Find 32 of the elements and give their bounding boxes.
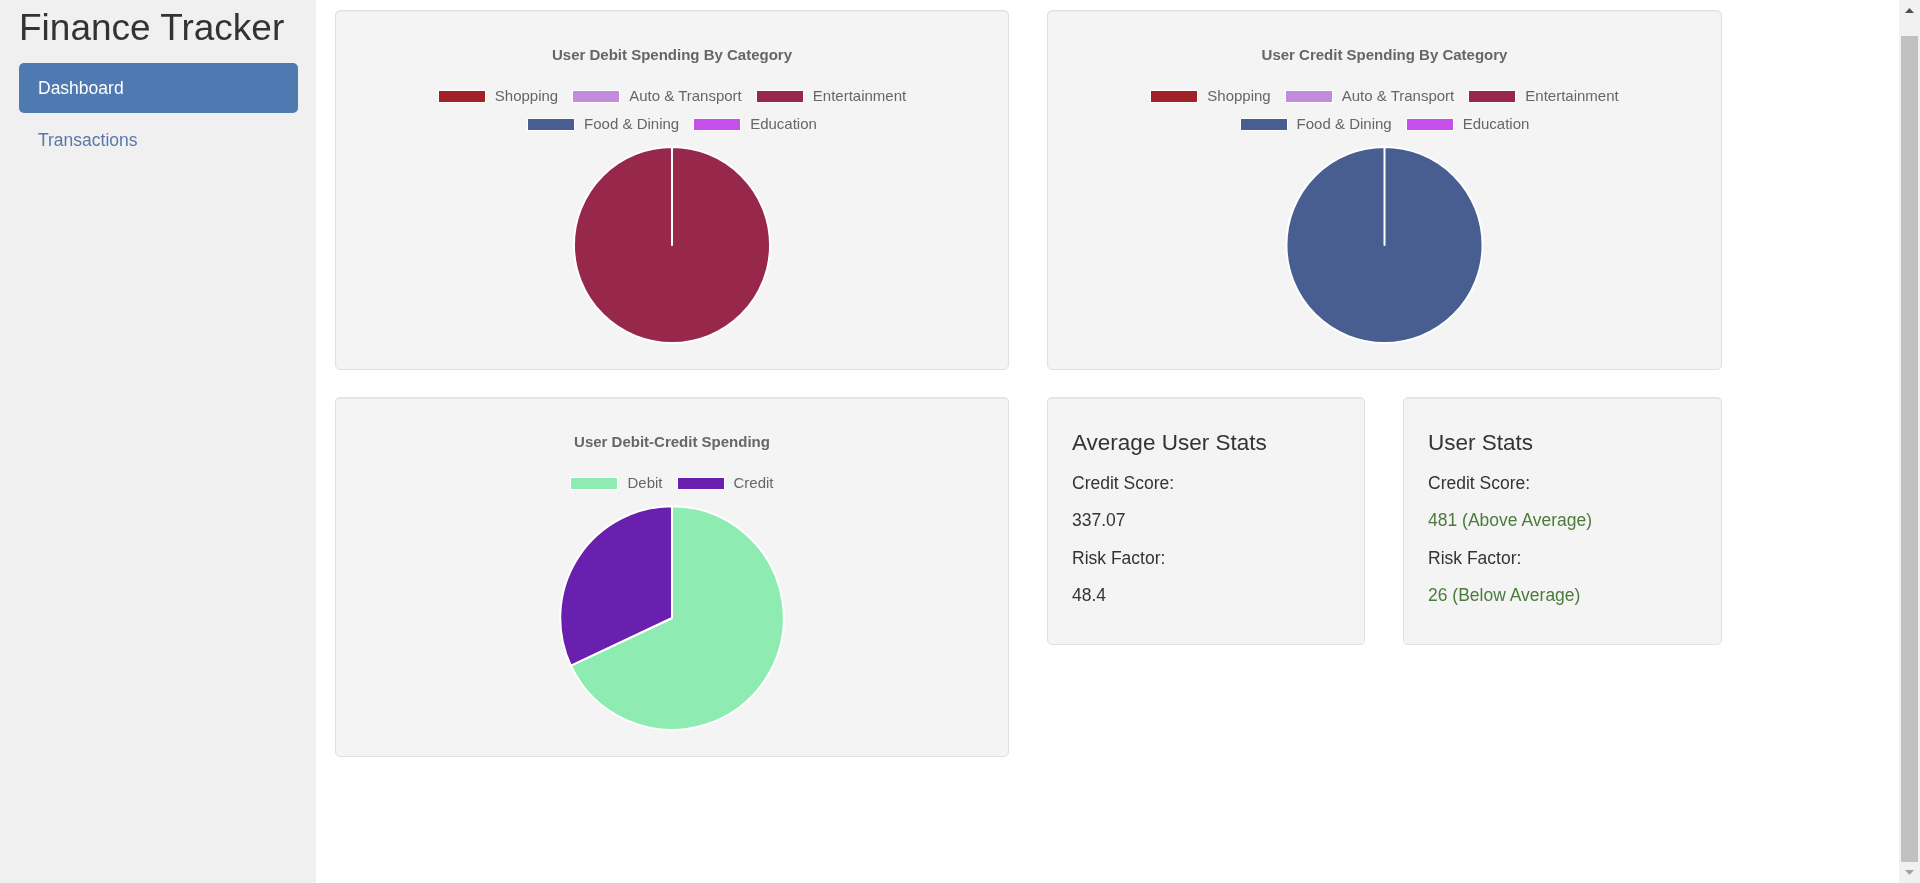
stat-value: 337.07 — [1072, 509, 1127, 532]
stat-value: 26 (Below Average) — [1428, 584, 1582, 607]
nav-item[interactable]: Transactions — [19, 115, 298, 166]
stat-value: 481 (Above Average) — [1428, 509, 1594, 532]
app-title: Finance Tracker — [19, 8, 286, 49]
chart-title: User Debit-Credit Spending — [574, 433, 770, 451]
chart-title: User Debit Spending By Category — [551, 46, 792, 64]
legend-label: Education — [750, 115, 817, 133]
legend-label: Entertainment — [812, 87, 907, 105]
stat-label: Credit Score: — [1072, 471, 1176, 495]
stat-label: Risk Factor: — [1072, 546, 1167, 570]
legend-label: Entertainment — [1525, 87, 1619, 105]
triangle-up-icon[interactable] — [1905, 8, 1914, 13]
legend-label: Food & Dining — [1296, 115, 1392, 133]
nav-item[interactable]: Dashboard — [19, 63, 298, 114]
stat-label: Risk Factor: — [1428, 546, 1523, 570]
legend-label: Auto & Transport — [1341, 87, 1455, 105]
legend-label: Shopping — [1207, 87, 1271, 105]
card-title: User Stats — [1428, 431, 1535, 456]
legend-label: Debit — [627, 474, 663, 492]
card-title: Average User Stats — [1072, 431, 1268, 456]
stat-value: 48.4 — [1072, 584, 1108, 607]
legend-label: Education — [1462, 115, 1530, 133]
legend-label: Food & Dining — [584, 115, 680, 133]
scrollbar-thumb[interactable] — [1901, 36, 1918, 862]
triangle-down-icon[interactable] — [1905, 870, 1914, 875]
scrollbar[interactable] — [1899, 0, 1920, 883]
stat-label: Credit Score: — [1428, 471, 1532, 495]
chart-title: User Credit Spending By Category — [1261, 46, 1508, 64]
legend-label: Shopping — [494, 87, 559, 105]
legend-label: Auto & Transport — [629, 87, 742, 105]
legend-label: Credit — [733, 474, 774, 492]
